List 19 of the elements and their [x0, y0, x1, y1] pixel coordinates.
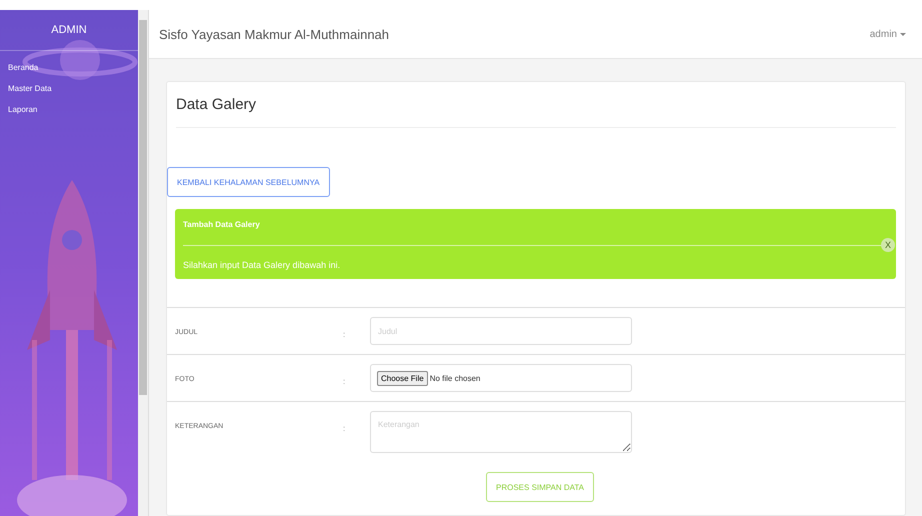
sidebar-item[interactable]: Laporan	[8, 105, 38, 114]
close-button[interactable]: X	[881, 238, 895, 252]
sidebar-item[interactable]: Master Data	[8, 84, 52, 93]
app-title: Sisfo Yayasan Makmur Al-Muthmainnah	[159, 26, 390, 42]
back-button[interactable]: KEMBALI KEHALAMAN SEBELUMNYA	[167, 167, 330, 197]
card-title: Data Galery	[176, 96, 258, 113]
choose-file-button[interactable]: Choose File	[377, 370, 428, 386]
colon-separator: :	[343, 376, 346, 386]
colon-separator: :	[343, 423, 346, 433]
file-input[interactable]: Choose File No file chosen	[370, 364, 632, 392]
caret-icon	[900, 32, 906, 36]
user-menu[interactable]: admin	[870, 28, 906, 40]
file-status: No file chosen	[430, 374, 480, 382]
alert-message: Silahkan input Data Galery dibawah ini.	[183, 260, 342, 270]
scrollbar[interactable]	[138, 10, 149, 516]
sidebar-item[interactable]: Beranda	[8, 63, 38, 72]
colon-separator: :	[343, 329, 346, 339]
alert-title: Tambah Data Galery	[183, 220, 261, 229]
scrollbar-thumb[interactable]	[139, 20, 147, 395]
